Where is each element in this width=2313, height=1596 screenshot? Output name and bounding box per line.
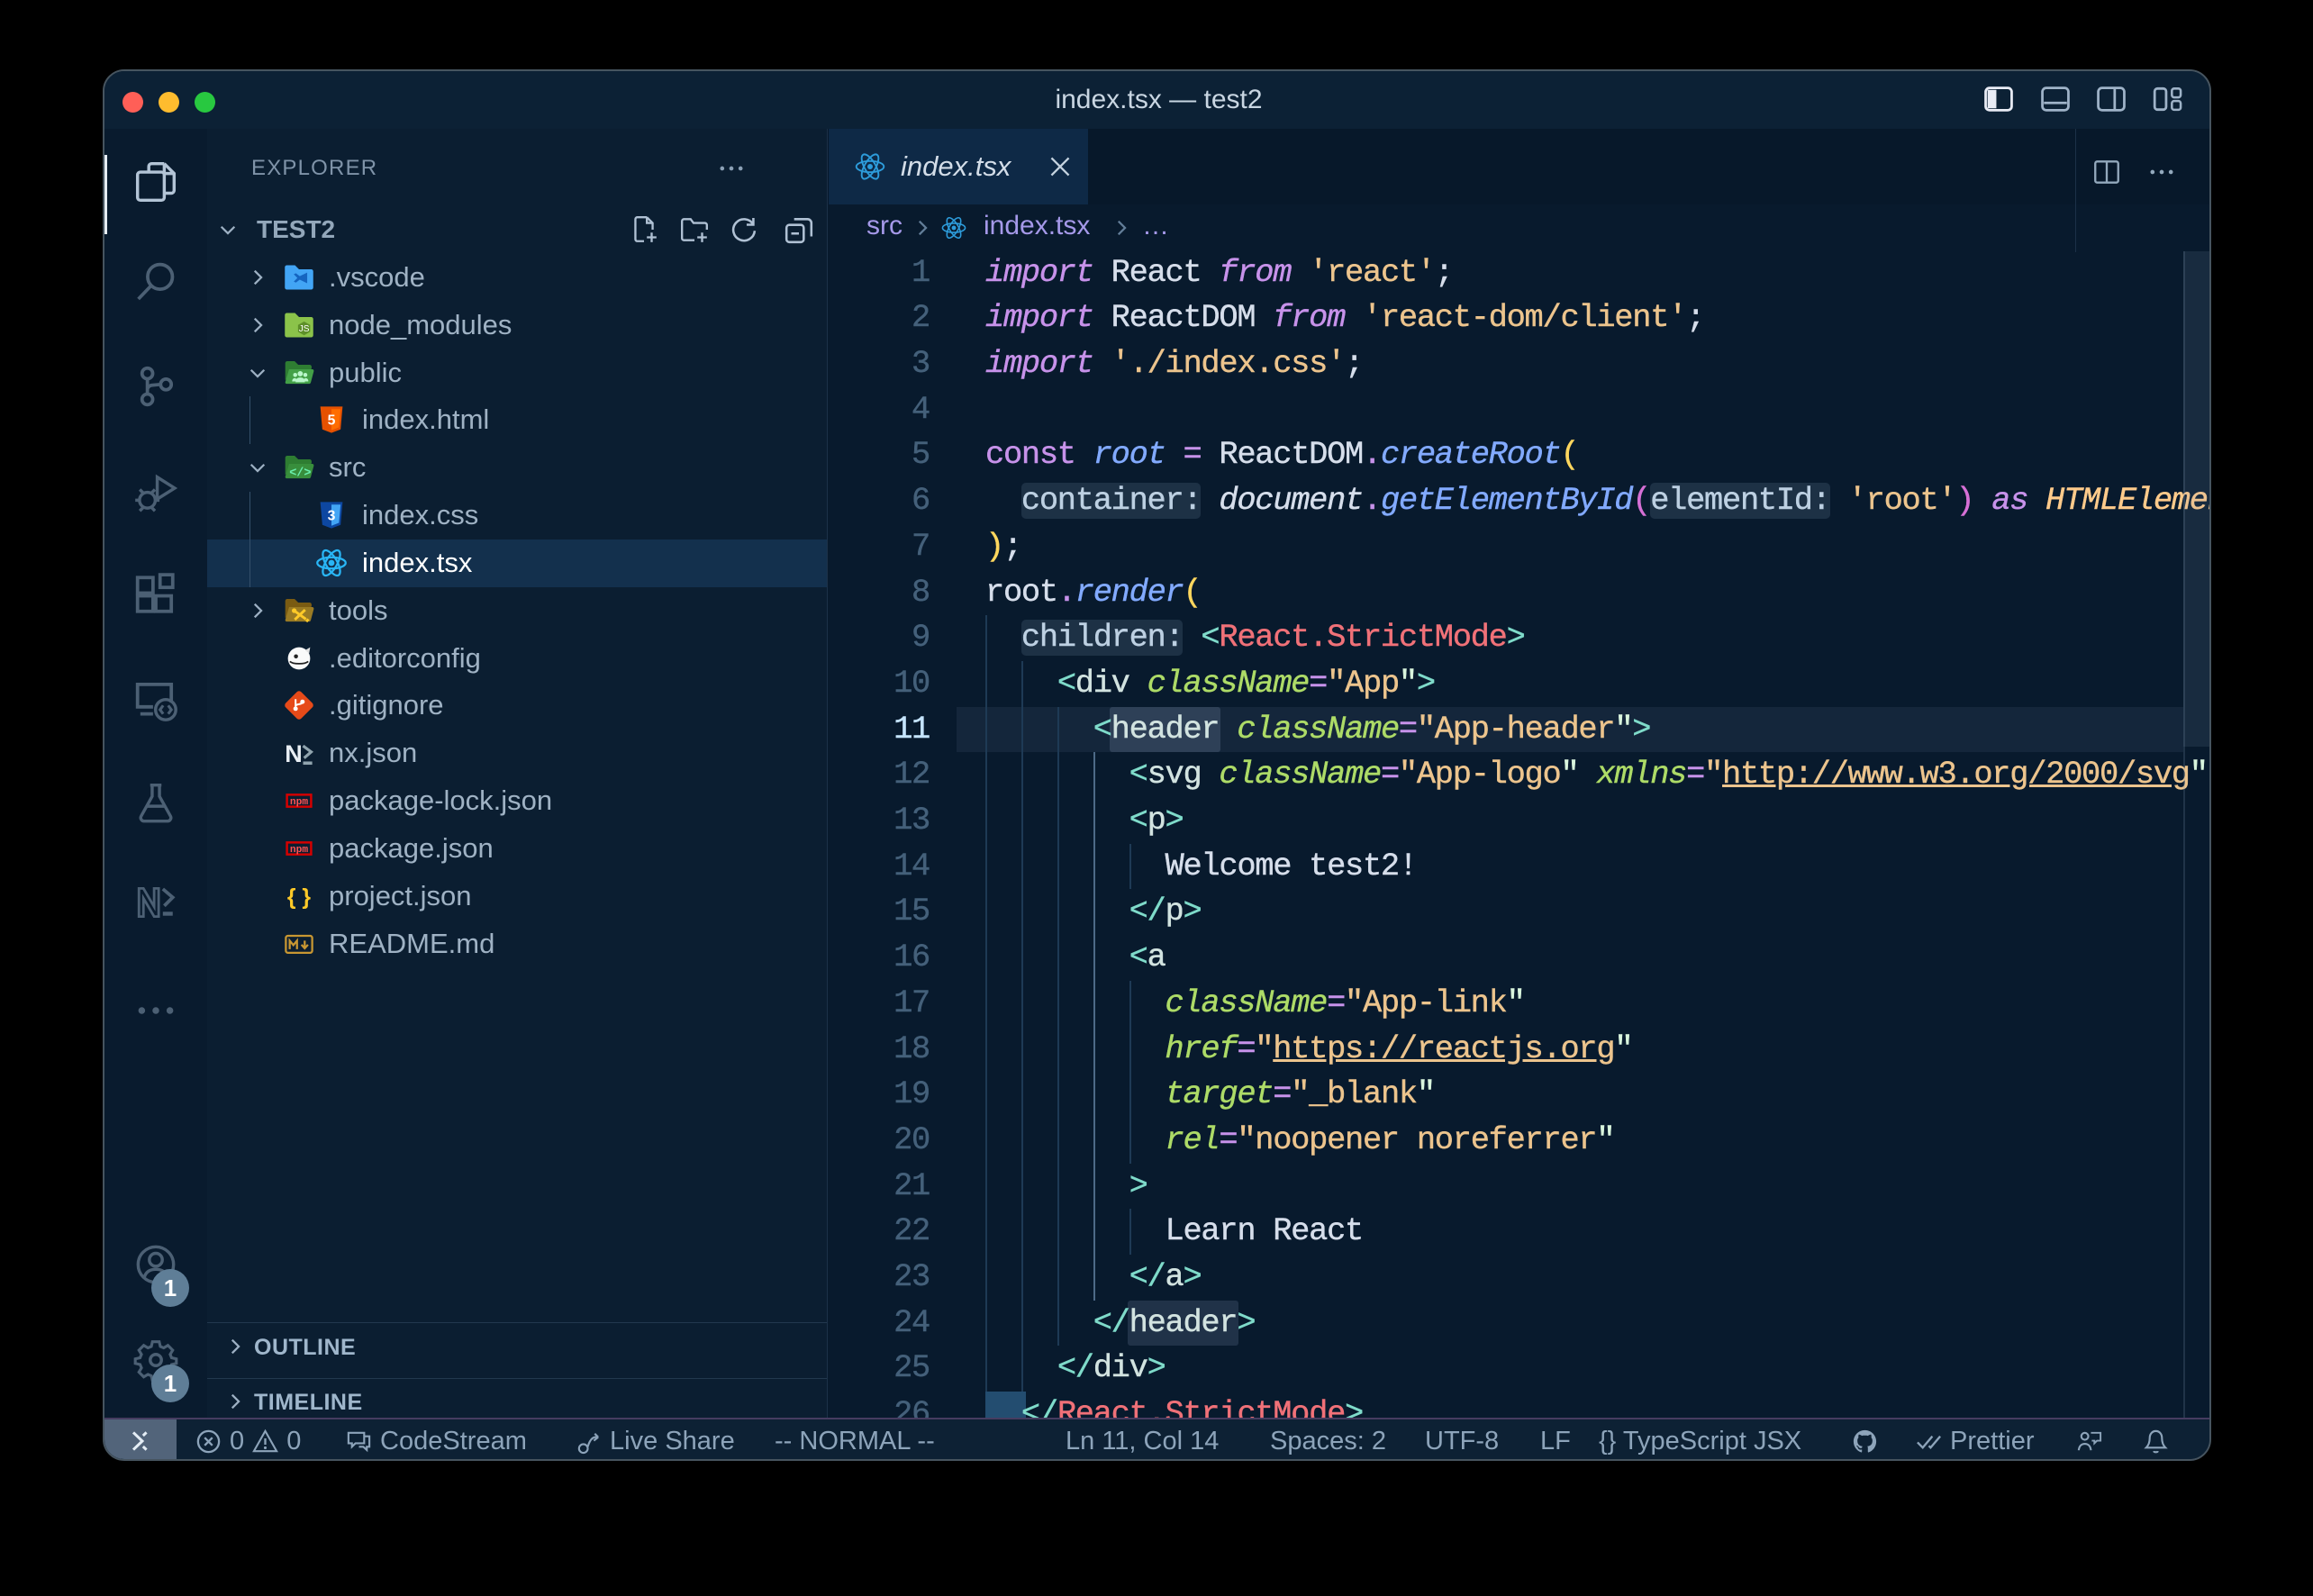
svg-text:5: 5 — [328, 413, 336, 429]
svg-text:npm: npm — [290, 797, 309, 808]
svg-text:{ }: { } — [287, 885, 312, 910]
svg-text:</>: </> — [289, 467, 311, 481]
svg-text:JS: JS — [299, 324, 310, 334]
svg-text:npm: npm — [290, 845, 309, 856]
svg-text:N: N — [285, 740, 303, 767]
svg-text:3: 3 — [328, 508, 336, 523]
